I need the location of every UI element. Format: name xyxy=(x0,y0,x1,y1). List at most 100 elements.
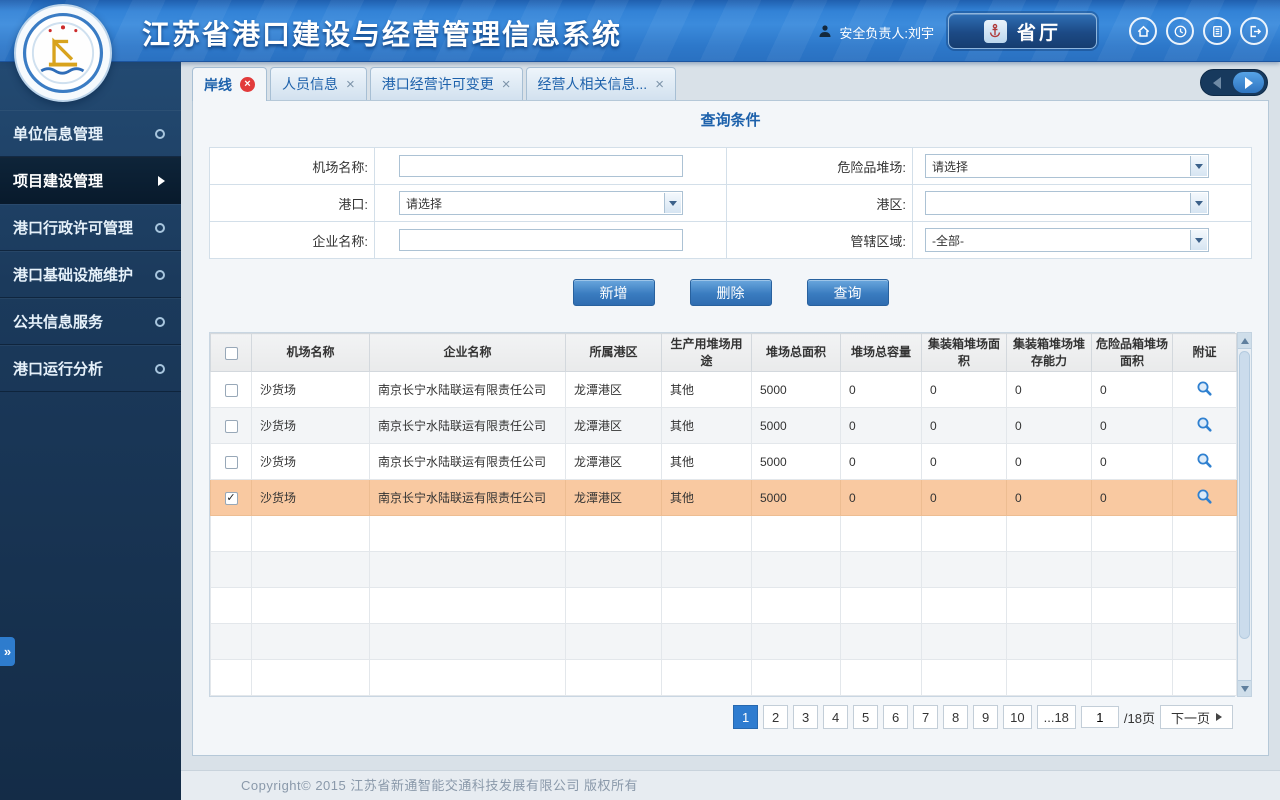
notes-button[interactable] xyxy=(1203,17,1231,45)
tab-label: 岸线 xyxy=(204,76,232,93)
tab-scroll-right-button[interactable] xyxy=(1233,72,1264,93)
tab-item[interactable]: 港口经营许可变更 × xyxy=(369,67,523,100)
attachment-view-icon[interactable] xyxy=(1196,416,1213,433)
page-button[interactable]: 10 xyxy=(1003,705,1032,729)
tab-close-icon[interactable]: × xyxy=(346,77,355,92)
sidebar-item[interactable]: 公共信息服务 xyxy=(0,298,181,345)
table-cell: 龙潭港区 xyxy=(565,443,662,480)
main-content: 岸线 × 人员信息 × 港口经营许可变更 × 经营人相关信息... × 查询条件 机场名称: 危… xyxy=(181,62,1280,770)
circle-indicator-icon xyxy=(155,363,165,374)
select-all-checkbox[interactable] xyxy=(224,346,238,360)
table-row[interactable]: 沙货场 南京长宁水陆联运有限责任公司 龙潭港区 其他 5000 0 0 0 0 xyxy=(210,371,1237,408)
page-button[interactable]: 8 xyxy=(943,705,969,729)
page-button[interactable]: 5 xyxy=(853,705,879,729)
scrollbar-thumb[interactable] xyxy=(1239,351,1250,639)
history-button[interactable] xyxy=(1166,17,1194,45)
table-cell: 南京长宁水陆联运有限责任公司 xyxy=(369,479,566,516)
row-checkbox[interactable] xyxy=(224,383,238,397)
select-value: 请选择 xyxy=(932,159,969,174)
results-table-head: 机场名称 企业名称 所属港区 生产用堆场用途 堆场总面积 堆场总容量 集装箱堆场面积 集装箱堆… xyxy=(210,333,1237,372)
next-page-label: 下一页 xyxy=(1170,710,1210,726)
empty-row xyxy=(210,623,1237,660)
table-cell: 0 xyxy=(840,443,922,480)
logout-icon xyxy=(1250,25,1261,37)
results-table-box: 机场名称 企业名称 所属港区 生产用堆场用途 堆场总面积 堆场总容量 集装箱堆场面积 集装箱堆… xyxy=(209,332,1237,697)
home-button[interactable] xyxy=(1129,17,1157,45)
dangerous-goods-yard-select[interactable]: 请选择 xyxy=(925,154,1209,178)
table-cell: 0 xyxy=(1091,407,1173,444)
page-number-input[interactable] xyxy=(1080,706,1119,728)
circle-indicator-icon xyxy=(155,128,165,139)
page-button[interactable]: 3 xyxy=(793,705,819,729)
sidebar-item-label: 单位信息管理 xyxy=(13,126,104,143)
vertical-scrollbar[interactable] xyxy=(1237,332,1252,697)
sidebar-item-label: 港口行政许可管理 xyxy=(13,220,134,237)
table-cell: 其他 xyxy=(661,371,752,408)
delete-button[interactable]: 删除 xyxy=(689,279,772,306)
tab-close-icon[interactable]: × xyxy=(502,77,511,92)
results-table: 机场名称 企业名称 所属港区 生产用堆场用途 堆场总面积 堆场总容量 集装箱堆场面积 集装箱堆… xyxy=(210,333,1237,696)
logout-button[interactable] xyxy=(1240,17,1268,45)
page-button[interactable]: 4 xyxy=(823,705,849,729)
tab-close-icon[interactable]: × xyxy=(655,77,664,92)
sidebar-item[interactable]: 港口运行分析 xyxy=(0,345,181,392)
attachment-view-icon[interactable] xyxy=(1196,380,1213,397)
empty-row xyxy=(210,515,1237,552)
sidebar-item[interactable]: 单位信息管理 xyxy=(0,110,181,157)
empty-row xyxy=(210,659,1237,696)
table-row[interactable]: ✓ 沙货场 南京长宁水陆联运有限责任公司 龙潭港区 其他 5000 0 0 0 0 xyxy=(210,479,1237,516)
query-form: 机场名称: 危险品堆场: 请选择 港口: 请选择 港区: 企业名称: 管辖区域: -全部- xyxy=(209,147,1252,259)
empty-row xyxy=(210,587,1237,624)
scroll-up-button[interactable] xyxy=(1238,333,1251,349)
attachment-view-icon[interactable] xyxy=(1196,488,1213,505)
home-icon xyxy=(1137,25,1149,37)
column-header: 生产用堆场用途 xyxy=(661,333,752,372)
page-button[interactable]: 9 xyxy=(973,705,999,729)
app-title: 江苏省港口建设与经营管理信息系统 xyxy=(142,19,623,50)
tab-scroll-control xyxy=(1200,69,1268,96)
sidebar-item[interactable]: 项目建设管理 xyxy=(0,157,181,204)
sidebar-item[interactable]: 港口行政许可管理 xyxy=(0,204,181,251)
next-page-button[interactable]: 下一页 xyxy=(1159,705,1233,729)
attachment-view-icon[interactable] xyxy=(1196,452,1213,469)
page-button[interactable]: ...18 xyxy=(1036,705,1076,729)
sidebar-item[interactable]: 港口基础设施维护 xyxy=(0,251,181,298)
table-row[interactable]: 沙货场 南京长宁水陆联运有限责任公司 龙潭港区 其他 5000 0 0 0 0 xyxy=(210,407,1237,444)
tab-item[interactable]: 人员信息 × xyxy=(270,67,367,100)
sidebar: 单位信息管理项目建设管理港口行政许可管理港口基础设施维护 公共信息服务 港口运行分析 xyxy=(0,62,181,800)
page-button[interactable]: 2 xyxy=(763,705,789,729)
tab-item[interactable]: 岸线 × xyxy=(192,67,267,101)
scrollbar-track[interactable] xyxy=(1238,349,1251,680)
airport-name-input[interactable] xyxy=(399,155,683,177)
select-all-header xyxy=(210,333,252,372)
table-cell: 0 xyxy=(840,479,922,516)
search-button[interactable]: 查询 xyxy=(806,279,889,306)
table-cell: 0 xyxy=(1006,371,1092,408)
port-select[interactable]: 请选择 xyxy=(399,191,683,215)
enterprise-name-input[interactable] xyxy=(399,229,683,251)
scroll-down-button[interactable] xyxy=(1238,680,1251,696)
tab-scroll-left-button[interactable] xyxy=(1201,76,1233,89)
tab-bar: 岸线 × 人员信息 × 港口经营许可变更 × 经营人相关信息... × xyxy=(192,67,1188,101)
field-label: 企业名称: xyxy=(312,233,368,249)
jurisdiction-select[interactable]: -全部- xyxy=(925,228,1209,252)
table-row[interactable]: 沙货场 南京长宁水陆联运有限责任公司 龙潭港区 其他 5000 0 0 0 0 xyxy=(210,443,1237,480)
tab-close-icon[interactable]: × xyxy=(240,77,255,92)
field-label: 港口: xyxy=(338,196,368,212)
port-area-select[interactable] xyxy=(925,191,1209,215)
page-button[interactable]: 7 xyxy=(913,705,939,729)
page-button[interactable]: 1 xyxy=(733,705,759,729)
table-zone: 机场名称 企业名称 所属港区 生产用堆场用途 堆场总面积 堆场总容量 集装箱堆场面积 集装箱堆… xyxy=(209,332,1252,697)
provincial-office-button[interactable]: 省厅 xyxy=(948,13,1097,49)
row-checkbox[interactable] xyxy=(224,455,238,469)
expand-sidebar-icon[interactable] xyxy=(0,637,15,666)
table-cell: 沙货场 xyxy=(251,443,370,480)
page-button[interactable]: 6 xyxy=(883,705,909,729)
add-button[interactable]: 新增 xyxy=(572,279,655,306)
table-cell: 其他 xyxy=(661,443,752,480)
tab-item[interactable]: 经营人相关信息... × xyxy=(525,67,676,100)
row-checkbox[interactable] xyxy=(224,419,238,433)
row-checkbox[interactable]: ✓ xyxy=(224,491,238,505)
table-cell: 南京长宁水陆联运有限责任公司 xyxy=(369,371,566,408)
footer: Copyright© 2015 江苏省新通智能交通科技发展有限公司 版权所有 xyxy=(181,770,1280,800)
